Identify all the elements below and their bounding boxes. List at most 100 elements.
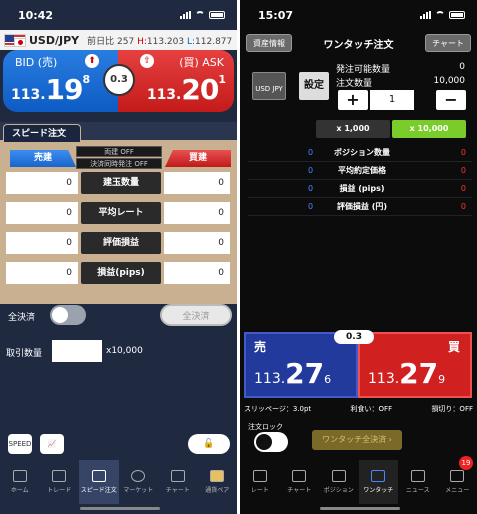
sell-price: 113.276: [254, 357, 332, 390]
row-label: 平均レート: [81, 202, 161, 224]
spread-badge: 0.3: [103, 64, 135, 96]
buy-value: 0: [164, 262, 230, 284]
ask-label: (買) ASK: [179, 56, 224, 69]
sell-value: 0: [6, 172, 78, 194]
available-label: 発注可能数量: [336, 65, 391, 75]
arrow-up-icon: ⬆: [85, 54, 99, 68]
bid-button[interactable]: BID (売) ⬆ 113.198: [3, 50, 119, 112]
ask-button[interactable]: ⇧ (買) ASK 113.201: [118, 50, 234, 112]
status-time: 10:42: [18, 8, 54, 22]
order-lock-toggle[interactable]: [254, 432, 288, 452]
mult-10000-button[interactable]: x 10,000: [392, 120, 466, 138]
buy-value: 0: [164, 172, 230, 194]
sell-position-tab[interactable]: 売建: [10, 150, 76, 167]
right-screen: 15:07 資産情報 ワンタッチ注文 チャート USD JPY 設定 発注可能数…: [240, 0, 477, 514]
tab-rate[interactable]: レート: [240, 460, 280, 504]
battery-icon: [209, 11, 225, 19]
qty-input[interactable]: 1: [370, 90, 414, 110]
table-row: 0 損益(pips) 0: [6, 262, 230, 284]
buy-position-tab[interactable]: 買建: [165, 150, 231, 167]
qty-input[interactable]: [52, 340, 102, 362]
chart-icon[interactable]: 📈: [40, 434, 64, 454]
currency-icon: [210, 470, 225, 482]
ask-price: 113.201: [146, 73, 226, 106]
left-screen: 10:42 USD/JPY 前日比 257 H:113.203 L:112.87…: [0, 0, 237, 514]
tab-chart[interactable]: チャート: [158, 460, 198, 504]
tab-speed-order[interactable]: スピード注文: [3, 124, 81, 142]
sell-value: 0: [6, 232, 78, 254]
tab-currency-pair[interactable]: 通貨ペア: [198, 460, 238, 504]
asset-info-button[interactable]: 資産情報: [246, 34, 292, 52]
tab-speed[interactable]: スピード注文: [79, 460, 119, 504]
order-qty-value: 10,000: [433, 76, 466, 86]
tab-chart[interactable]: チャート: [280, 460, 320, 504]
status-bar: 15:07: [240, 0, 477, 30]
table-row: 0 平均レート 0: [6, 202, 230, 224]
status-icons: [420, 11, 465, 19]
settings-button[interactable]: 設定: [299, 72, 329, 100]
tab-trade[interactable]: トレード: [40, 460, 80, 504]
settle-all-button[interactable]: 全決済: [160, 304, 232, 326]
table-row: 0 評価損益 0: [6, 232, 230, 254]
bid-label: BID (売): [15, 56, 58, 69]
spread-badge: 0.3: [334, 330, 374, 344]
settle-all-label: 全決済: [8, 313, 36, 323]
price-range: 前日比 257 H:113.203 L:112.877: [87, 36, 233, 47]
order-qty-label: 注文数量: [336, 79, 373, 89]
header: 資産情報 ワンタッチ注文 チャート: [240, 30, 477, 56]
chart-tab-icon: [292, 470, 307, 482]
sell-value: 0: [6, 262, 78, 284]
minus-button[interactable]: −: [436, 90, 466, 110]
buy-button[interactable]: 買 113.279: [358, 332, 472, 398]
arrow-up-icon: ⇧: [140, 54, 154, 68]
wifi-icon: [435, 11, 445, 19]
tab-market[interactable]: マーケット: [119, 460, 159, 504]
take-profit: 利食い：OFF: [350, 405, 393, 413]
mult-1000-button[interactable]: x 1,000: [316, 120, 390, 138]
status-bar: 10:42: [0, 0, 237, 30]
currency-pair-button[interactable]: USD JPY: [252, 72, 286, 100]
status-icons: [180, 11, 225, 19]
speed-tab-icon: [91, 470, 106, 482]
row-label: 評価損益: [81, 232, 161, 254]
signal-icon: [420, 11, 431, 19]
pair-header: USD/JPY 前日比 257 H:113.203 L:112.877: [0, 30, 237, 50]
speed-icon[interactable]: SPEED: [8, 434, 32, 454]
wifi-icon: [195, 11, 205, 19]
list-icon: [252, 470, 267, 482]
tab-home[interactable]: ホーム: [0, 460, 40, 504]
tab-one-touch[interactable]: ワンタッチ: [358, 460, 398, 504]
lock-icon[interactable]: 🔓: [188, 434, 230, 454]
slippage: スリッページ：3.0pt: [244, 405, 312, 413]
order-lock-label: 注文ロック: [248, 423, 283, 431]
order-settings-info: スリッページ：3.0pt 利食い：OFF 損切り：OFF: [240, 404, 477, 414]
home-icon: [12, 470, 27, 482]
coins-icon: [331, 470, 346, 482]
home-indicator: [80, 507, 160, 510]
notification-badge: 19: [459, 456, 473, 470]
one-touch-settle-all-button[interactable]: ワンタッチ全決済 ›: [312, 430, 402, 450]
tab-menu[interactable]: メニュー 19: [438, 456, 477, 504]
table-row: 0 評価損益 (円) 0: [248, 198, 472, 216]
row-label: 損益(pips): [81, 262, 161, 284]
buy-price: 113.279: [368, 357, 446, 390]
bottom-tab-bar: ホーム トレード スピード注文 マーケット チャート 通貨ペア: [0, 460, 237, 504]
usdjpy-flag-icon: [4, 33, 26, 47]
row-label: 建玉数量: [81, 172, 161, 194]
chart-tab-icon: [170, 470, 185, 482]
menu-icon: [450, 470, 465, 482]
home-indicator: [320, 507, 400, 510]
bid-price: 113.198: [11, 73, 91, 106]
plus-button[interactable]: +: [338, 90, 368, 110]
tab-news[interactable]: ニュース: [398, 460, 438, 504]
buy-value: 0: [164, 232, 230, 254]
stop-loss: 損切り：OFF: [431, 405, 473, 413]
chart-button[interactable]: チャート: [425, 34, 471, 52]
settle-all-toggle[interactable]: [50, 305, 86, 325]
news-icon: [410, 470, 425, 482]
two-way-toggle[interactable]: 両建 OFF: [76, 146, 162, 157]
sell-label: 売: [254, 340, 267, 354]
tab-position[interactable]: ポジション: [319, 460, 359, 504]
settle-simul-toggle[interactable]: 決済同時発注 OFF: [76, 158, 162, 169]
one-touch-icon: [371, 470, 386, 482]
